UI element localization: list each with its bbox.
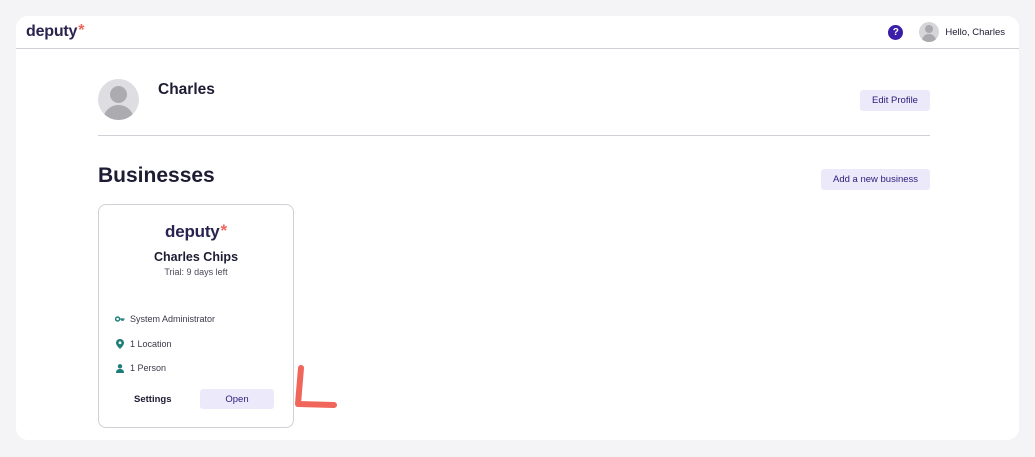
key-icon [115, 314, 125, 324]
avatar-body-shape [103, 105, 134, 120]
deputy-logo[interactable]: deputy * [26, 23, 84, 41]
person-icon [115, 363, 125, 373]
settings-button[interactable]: Settings [134, 394, 171, 405]
section-divider [98, 135, 930, 136]
logo-text: deputy [26, 23, 78, 40]
avatar-head-shape [925, 25, 934, 33]
user-avatar[interactable] [919, 22, 940, 42]
app-window: deputy * ? Hello, Charles Charles Edit Pr… [16, 16, 1019, 440]
role-row: System Administrator [115, 314, 215, 324]
user-area: ? Hello, Charles [888, 22, 1005, 42]
avatar-head-shape [110, 86, 127, 103]
person-row: 1 Person [115, 363, 166, 373]
open-business-button[interactable]: Open [200, 389, 274, 409]
map-pin-icon [115, 339, 125, 349]
annotation-corner-mark [292, 364, 338, 417]
logo-star-icon: * [78, 22, 85, 39]
people-count: 1 Person [130, 363, 167, 373]
top-navigation-bar: deputy * ? Hello, Charles [16, 16, 1019, 49]
user-greeting[interactable]: Hello, Charles [945, 27, 1005, 38]
role-label: System Administrator [130, 314, 216, 324]
location-count: 1 Location [130, 339, 172, 349]
businesses-heading: Businesses [98, 164, 215, 187]
logo-star-icon: * [220, 221, 228, 240]
edit-profile-button[interactable]: Edit Profile [860, 90, 930, 111]
business-card[interactable]: deputy * Charles Chips Trial: 9 days left… [98, 204, 294, 428]
location-row: 1 Location [115, 339, 172, 349]
add-business-button[interactable]: Add a new business [821, 169, 930, 190]
avatar-body-shape [922, 34, 937, 42]
logo-text: deputy [165, 222, 220, 241]
question-circle-icon[interactable]: ? [888, 24, 904, 40]
business-name: Charles Chips [153, 250, 239, 264]
profile-name: Charles [158, 81, 215, 98]
trial-status: Trial: 9 days left [164, 267, 228, 277]
business-logo: deputy * [99, 222, 293, 242]
profile-avatar [98, 79, 139, 120]
